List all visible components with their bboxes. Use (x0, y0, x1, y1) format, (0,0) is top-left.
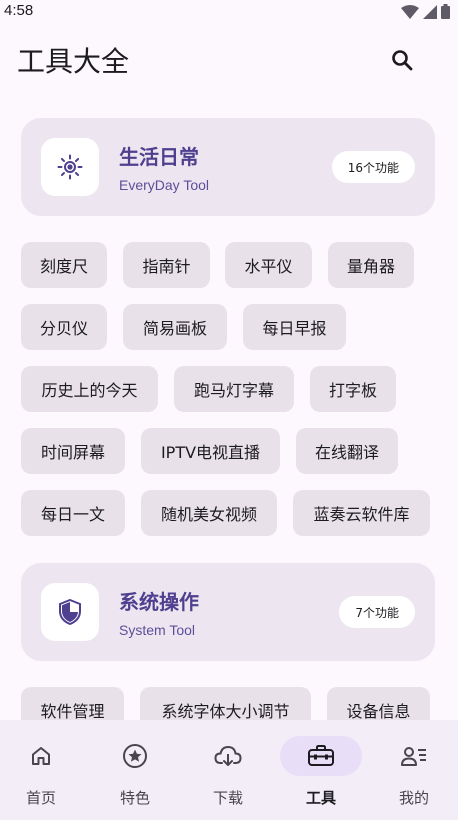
nav-indicator (373, 736, 455, 776)
nav-label: 特色 (119, 789, 150, 807)
tool-chip[interactable]: 指南针 (123, 242, 210, 288)
section-title: 生活日常 (119, 145, 199, 169)
shield-icon (59, 599, 81, 625)
section-icon-box (41, 583, 99, 641)
wifi-icon (401, 4, 419, 19)
nav-label: 下载 (212, 789, 243, 807)
tool-chip[interactable]: 打字板 (310, 366, 396, 412)
section-subtitle: EveryDay Tool (119, 177, 210, 193)
tool-chip[interactable]: 量角器 (328, 242, 414, 288)
search-icon (392, 50, 413, 71)
page-title: 工具大全 (17, 45, 130, 78)
section-card-system[interactable]: 系统操作 System Tool 7个功能 (21, 563, 435, 661)
signal-icon (423, 4, 437, 19)
bottom-navigation: 首页 特色 下载 工具 我的 (0, 720, 458, 820)
section-card-life[interactable]: 生活日常 EveryDay Tool 16个功能 (21, 118, 435, 216)
tool-chip[interactable]: 水平仪 (225, 242, 312, 288)
tool-chip[interactable]: 蓝奏云软件库 (293, 490, 430, 536)
nav-item-download[interactable]: 下载 (182, 720, 274, 820)
tool-chip[interactable]: 分贝仪 (21, 304, 107, 350)
star-circle-icon (123, 744, 147, 768)
nav-indicator (0, 736, 82, 776)
section-title: 系统操作 (119, 590, 199, 614)
search-button[interactable] (384, 42, 420, 78)
tool-chip[interactable]: 在线翻译 (296, 428, 398, 474)
nav-label: 首页 (25, 789, 56, 807)
tool-chip[interactable]: 简易画板 (123, 304, 227, 350)
tool-chip[interactable]: 每日一文 (21, 490, 125, 536)
nav-indicator (94, 736, 176, 776)
nav-item-featured[interactable]: 特色 (89, 720, 181, 820)
section-icon-box (41, 138, 99, 196)
tool-chip[interactable]: 跑马灯字幕 (174, 366, 294, 412)
tool-chip[interactable]: IPTV电视直播 (141, 428, 280, 474)
battery-icon (441, 4, 450, 19)
nav-indicator-active (280, 736, 362, 776)
profile-icon (401, 747, 426, 766)
nav-item-home[interactable]: 首页 (0, 720, 87, 820)
status-icons (401, 4, 450, 19)
tool-chip[interactable]: 时间屏幕 (21, 428, 125, 474)
cloud-download-icon (214, 745, 242, 766)
feature-count-badge: 16个功能 (331, 151, 415, 183)
tool-chip[interactable]: 每日早报 (243, 304, 346, 350)
nav-indicator (187, 736, 269, 776)
tool-chip[interactable]: 历史上的今天 (21, 366, 158, 412)
home-icon (32, 747, 50, 765)
tool-chip[interactable]: 刻度尺 (21, 242, 107, 288)
nav-item-profile[interactable]: 我的 (368, 720, 458, 820)
nav-label: 工具 (305, 789, 336, 807)
sun-icon (57, 154, 83, 180)
status-time: 4:58 (4, 2, 34, 19)
tool-chip[interactable]: 随机美女视频 (141, 490, 277, 536)
nav-label: 我的 (398, 789, 429, 807)
feature-count-badge: 7个功能 (339, 596, 415, 628)
status-bar: 4:58 (0, 0, 458, 26)
section-subtitle: System Tool (119, 622, 195, 638)
toolbox-icon (308, 745, 334, 766)
nav-item-tools[interactable]: 工具 (275, 720, 367, 820)
